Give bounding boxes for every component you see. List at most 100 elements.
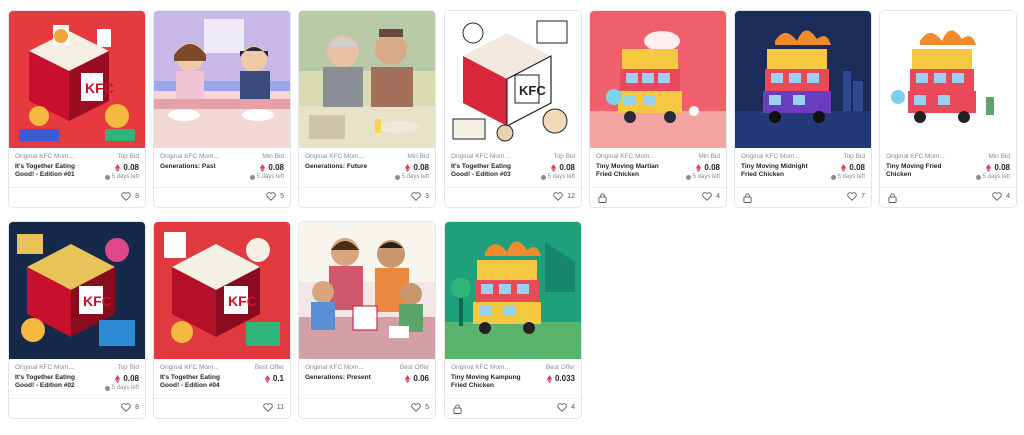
price-value: 0.08 bbox=[704, 163, 720, 172]
card-footer: 4 bbox=[590, 187, 726, 207]
item-title[interactable]: It's Together Eating Good! - Edition #02 bbox=[15, 374, 95, 390]
nft-card[interactable]: Original KFC Mom... Best Offer Tiny Movi… bbox=[444, 221, 582, 419]
clock-icon bbox=[975, 174, 981, 180]
card-info: Original KFC Mom... Min Bid Generations:… bbox=[160, 153, 284, 189]
nft-card[interactable]: Original KFC Mom... Min Bid Tiny Moving … bbox=[589, 10, 727, 208]
collection-name[interactable]: Original KFC Mom... bbox=[160, 153, 232, 160]
collection-name[interactable]: Original KFC Mom... bbox=[160, 364, 232, 371]
card-footer: 4 bbox=[445, 398, 581, 418]
like-count: 4 bbox=[571, 404, 575, 411]
artwork-image[interactable] bbox=[590, 11, 726, 148]
heart-icon[interactable] bbox=[553, 192, 563, 201]
time-left-text: 5 days left bbox=[111, 385, 139, 391]
lock-icon bbox=[743, 193, 752, 203]
heart-icon[interactable] bbox=[121, 192, 131, 201]
artwork-image[interactable] bbox=[445, 222, 581, 359]
eth-icon bbox=[696, 163, 702, 172]
item-title[interactable]: Tiny Moving Fried Chicken bbox=[886, 163, 966, 179]
bid-type-label: Best Offer bbox=[254, 364, 284, 371]
collection-name[interactable]: Original KFC Mom... bbox=[596, 153, 668, 160]
time-left: 5 days left bbox=[249, 174, 284, 180]
artwork-image[interactable] bbox=[154, 11, 290, 148]
like-button[interactable]: 12 bbox=[553, 192, 575, 201]
like-button[interactable]: 5 bbox=[411, 403, 429, 412]
time-left: 5 days left bbox=[394, 174, 429, 180]
svg-text:KFC: KFC bbox=[519, 83, 546, 98]
item-title[interactable]: Tiny Moving Martian Fried Chicken bbox=[596, 163, 676, 179]
artwork-image[interactable] bbox=[299, 11, 435, 148]
collection-name[interactable]: Original KFC Mom... bbox=[451, 364, 523, 371]
clock-icon bbox=[830, 174, 836, 180]
like-count: 8 bbox=[135, 193, 139, 200]
item-title[interactable]: Generations: Past bbox=[160, 163, 240, 171]
collection-name[interactable]: Original KFC Mom... bbox=[15, 153, 87, 160]
like-button[interactable]: 11 bbox=[262, 403, 284, 412]
clock-icon bbox=[249, 174, 255, 180]
like-button[interactable]: 4 bbox=[992, 192, 1010, 201]
like-button[interactable]: 8 bbox=[121, 192, 139, 201]
item-title[interactable]: Generations: Future bbox=[305, 163, 385, 171]
time-left-text: 5 days left bbox=[401, 174, 429, 180]
card-footer: 12 bbox=[445, 187, 581, 207]
nft-card[interactable]: KFC Original KFC Mom... Top Bid It's Tog… bbox=[444, 10, 582, 208]
like-button[interactable]: 8 bbox=[121, 403, 139, 412]
nft-card[interactable]: Original KFC Mom... Min Bid Generations:… bbox=[298, 10, 436, 208]
price: 0.08 bbox=[260, 163, 284, 172]
artwork-dark-isometric-kfc: KFC bbox=[9, 222, 145, 359]
item-title[interactable]: Tiny Moving Midnight Fried Chicken bbox=[741, 163, 821, 179]
heart-icon[interactable] bbox=[411, 192, 421, 201]
artwork-image[interactable]: KFC bbox=[9, 222, 145, 359]
time-left-text: 5 days left bbox=[111, 174, 139, 180]
heart-icon[interactable] bbox=[266, 192, 276, 201]
artwork-image[interactable]: KFC bbox=[154, 222, 290, 359]
lock-icon bbox=[888, 193, 897, 203]
nft-card[interactable]: Original KFC Mom... Best Offer Generatio… bbox=[298, 221, 436, 419]
heart-icon[interactable] bbox=[702, 192, 712, 201]
collection-name[interactable]: Original KFC Mom... bbox=[886, 153, 958, 160]
nft-card[interactable]: Original KFC Mom... Top Bid Tiny Moving … bbox=[734, 10, 872, 208]
price: 0.08 bbox=[115, 163, 139, 172]
nft-card[interactable]: Original KFC Mom... Min Bid Generations:… bbox=[153, 10, 291, 208]
time-left-text: 5 days left bbox=[982, 174, 1010, 180]
like-button[interactable]: 3 bbox=[411, 192, 429, 201]
heart-icon[interactable] bbox=[557, 403, 567, 412]
time-left: 5 days left bbox=[104, 385, 139, 391]
like-button[interactable]: 5 bbox=[266, 192, 284, 201]
heart-icon[interactable] bbox=[121, 403, 131, 412]
time-left: 5 days left bbox=[830, 174, 865, 180]
heart-icon[interactable] bbox=[262, 403, 273, 412]
nft-card[interactable]: Original KFC Mom... Min Bid Tiny Moving … bbox=[879, 10, 1017, 208]
item-title[interactable]: It's Together Eating Good! - Edition #03 bbox=[451, 163, 531, 179]
price: 0.08 bbox=[405, 163, 429, 172]
artwork-bus-white bbox=[880, 11, 1016, 148]
clock-icon bbox=[685, 174, 691, 180]
nft-card[interactable]: KFC Original KFC Mom... Top Bid It's Tog… bbox=[8, 221, 146, 419]
heart-icon[interactable] bbox=[411, 403, 421, 412]
artwork-image[interactable]: KFC bbox=[9, 11, 145, 148]
artwork-image[interactable]: KFC bbox=[445, 11, 581, 148]
price-value: 0.08 bbox=[413, 163, 429, 172]
like-count: 3 bbox=[425, 193, 429, 200]
like-button[interactable]: 4 bbox=[557, 403, 575, 412]
heart-icon[interactable] bbox=[992, 192, 1002, 201]
bid-type-label: Top Bid bbox=[553, 153, 575, 160]
artwork-image[interactable] bbox=[299, 222, 435, 359]
collection-name[interactable]: Original KFC Mom... bbox=[451, 153, 523, 160]
item-title[interactable]: It's Together Eating Good! - Edition #01 bbox=[15, 163, 95, 179]
like-button[interactable]: 4 bbox=[702, 192, 720, 201]
artwork-image[interactable] bbox=[880, 11, 1016, 148]
artwork-image[interactable] bbox=[735, 11, 871, 148]
collection-name[interactable]: Original KFC Mom... bbox=[305, 364, 377, 371]
nft-card[interactable]: KFC Original KFC Mom... Best Offer It's … bbox=[153, 221, 291, 419]
item-title[interactable]: Generations: Present bbox=[305, 374, 385, 382]
item-title[interactable]: It's Together Eating Good! - Edition #04 bbox=[160, 374, 240, 390]
collection-name[interactable]: Original KFC Mom... bbox=[305, 153, 377, 160]
like-button[interactable]: 7 bbox=[847, 192, 865, 201]
item-title[interactable]: Tiny Moving Kampung Fried Chicken bbox=[451, 374, 531, 390]
collection-name[interactable]: Original KFC Mom... bbox=[741, 153, 813, 160]
collection-name[interactable]: Original KFC Mom... bbox=[15, 364, 87, 371]
heart-icon[interactable] bbox=[847, 192, 857, 201]
nft-card[interactable]: KFC Original KFC Mom... Top Bid It's Tog… bbox=[8, 10, 146, 208]
like-count: 7 bbox=[861, 193, 865, 200]
eth-icon bbox=[986, 163, 992, 172]
